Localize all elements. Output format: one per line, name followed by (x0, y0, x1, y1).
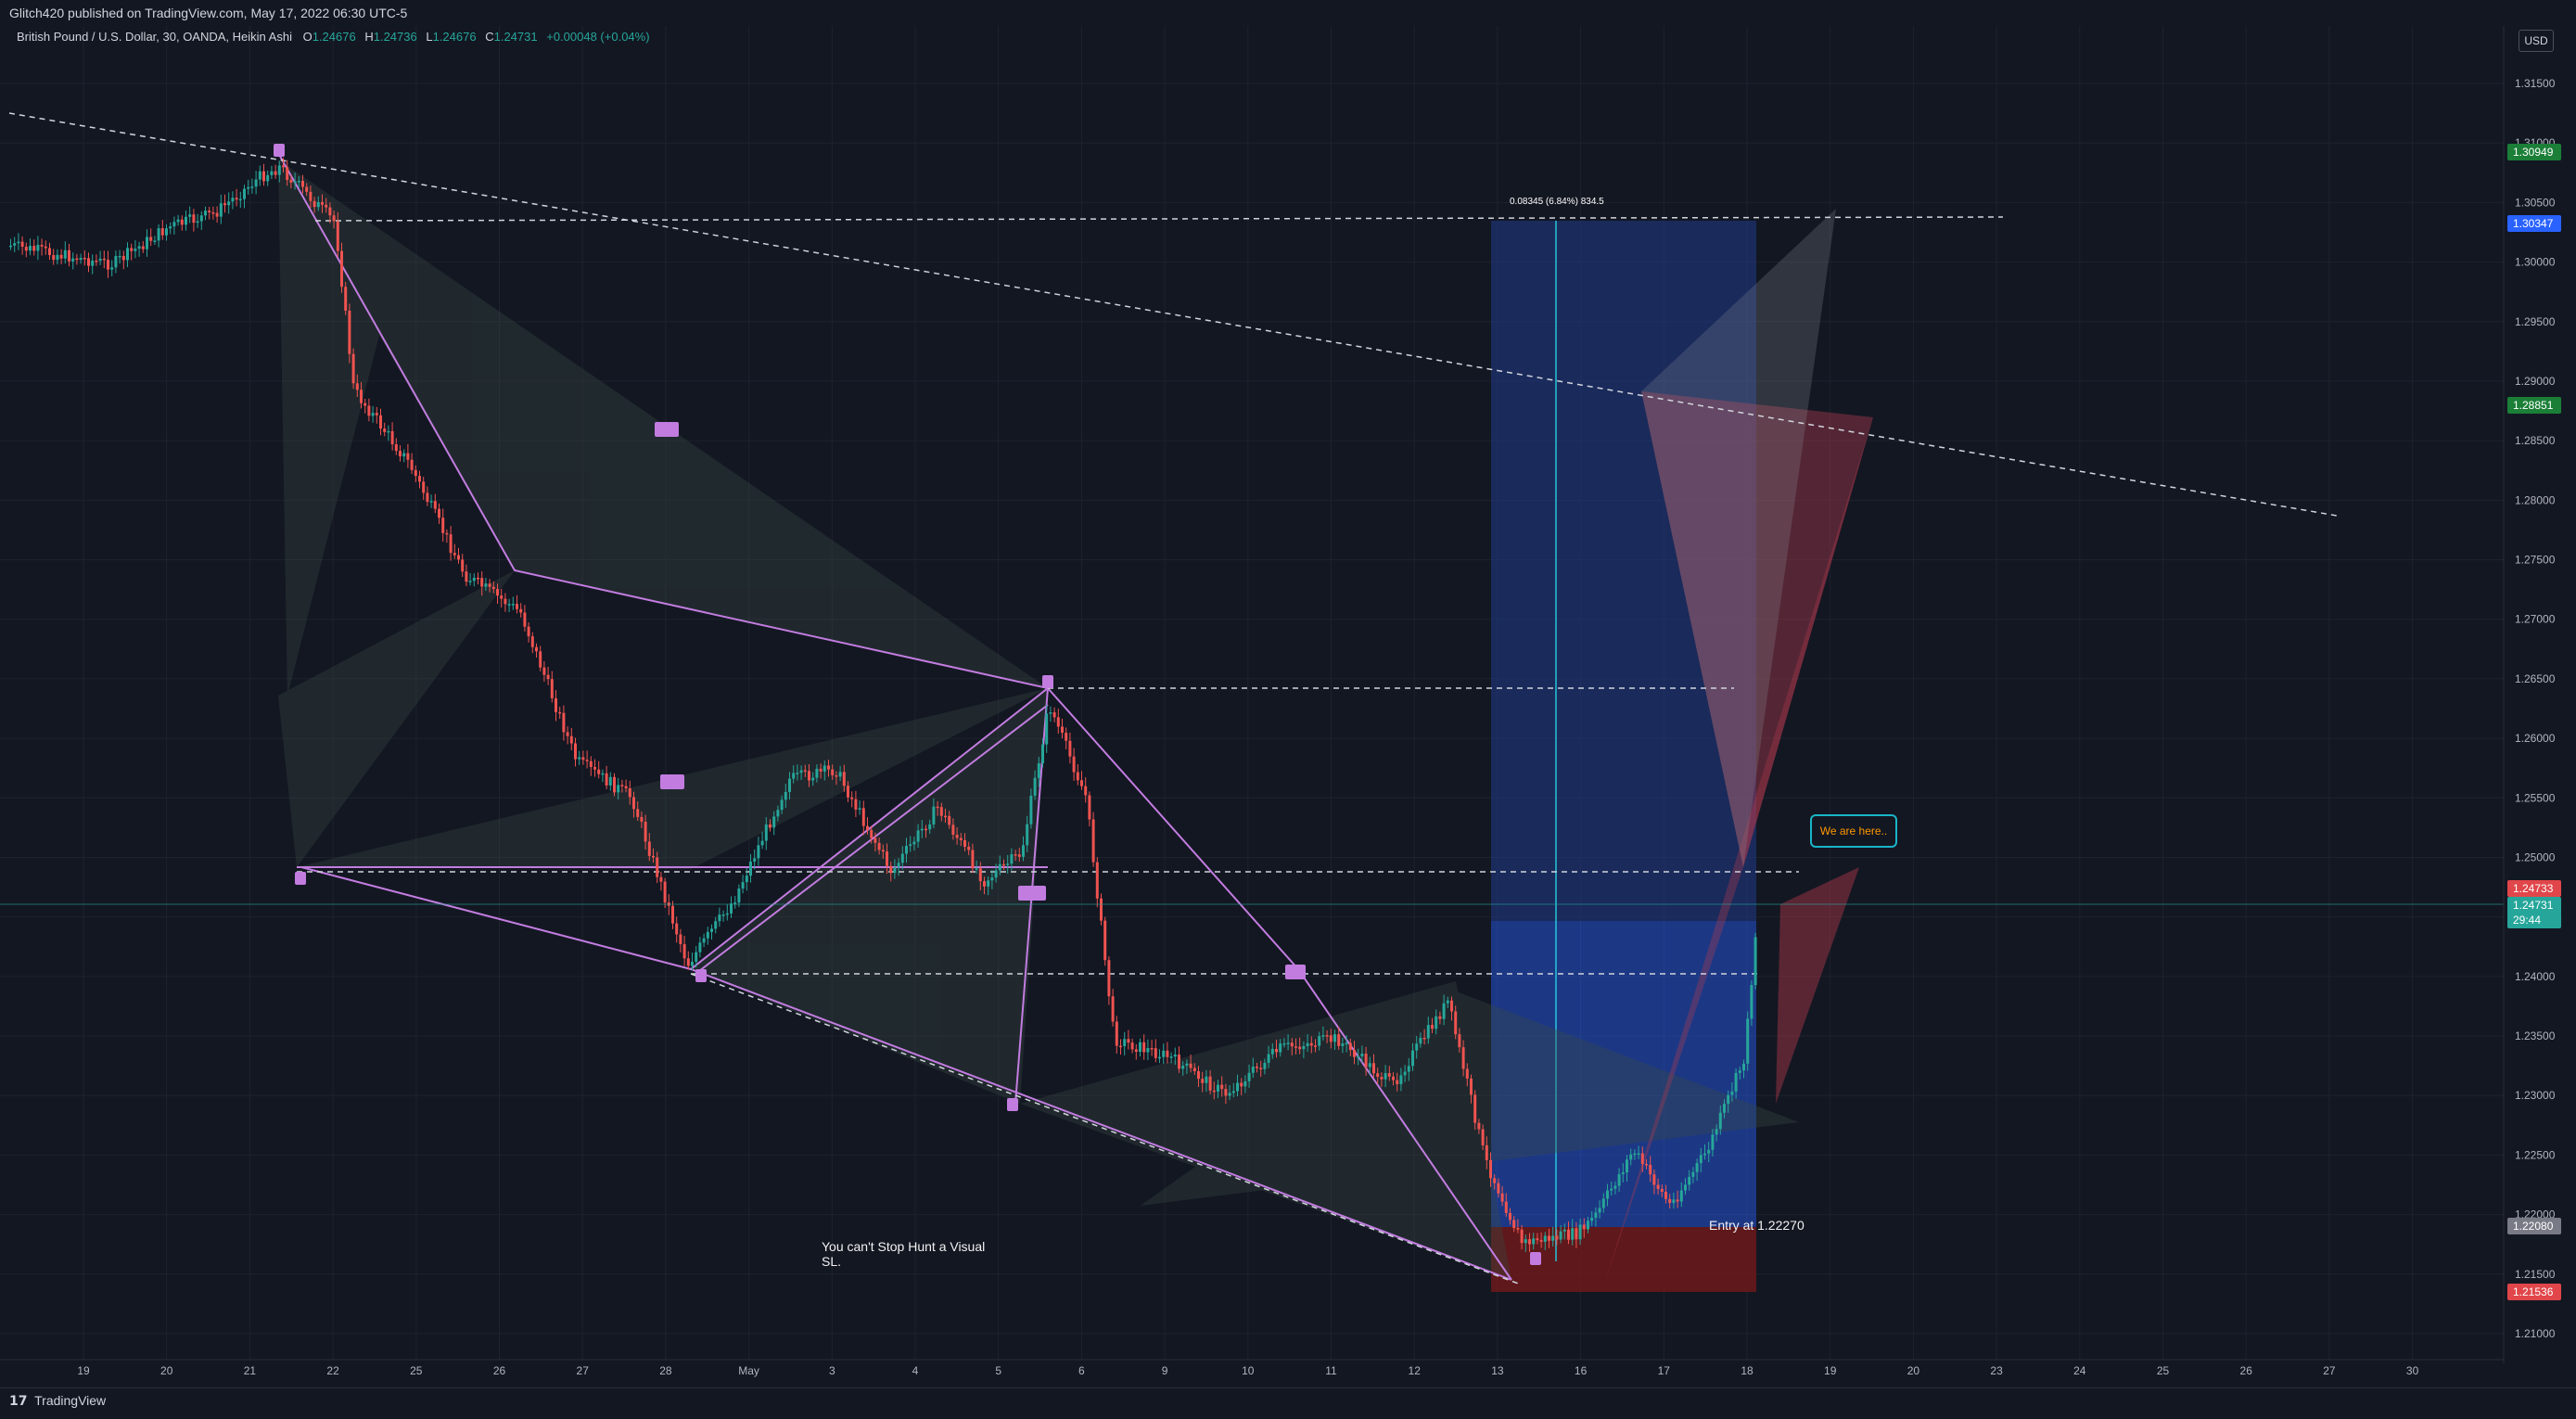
open-value: 1.24676 (312, 30, 356, 44)
price-tick-20: 1.21500 (2515, 1268, 2556, 1281)
time-label-23: 23 (1990, 1364, 2003, 1377)
svg-text:1.30949: 1.30949 (2513, 146, 2554, 159)
price-tick-13: 1.25000 (2515, 850, 2556, 863)
price-tick-11: 1.26000 (2515, 732, 2556, 745)
price-tick-17: 1.23000 (2515, 1089, 2556, 1102)
time-label-24: 24 (2073, 1364, 2086, 1377)
close-label: C (485, 30, 494, 44)
price-badge-5: 29:44 (2507, 912, 2561, 928)
time-label-20: 18 (1741, 1364, 1753, 1377)
symbol-legend[interactable]: British Pound / U.S. Dollar, 30, OANDA, … (17, 30, 650, 44)
entry-note: Entry at 1.22270 (1709, 1218, 1804, 1233)
price-tick-8: 1.27500 (2515, 554, 2556, 567)
symbol-title: British Pound / U.S. Dollar, 30, OANDA, … (17, 30, 292, 44)
price-badge-0: 1.30949 (2507, 144, 2561, 160)
open-label: O (302, 30, 312, 44)
svg-text:1.24731: 1.24731 (2513, 899, 2554, 912)
time-label-19: 17 (1658, 1364, 1671, 1377)
high-value: 1.24736 (373, 30, 417, 44)
price-tick-2: 1.30500 (2515, 196, 2556, 209)
time-label-8: May (738, 1364, 759, 1377)
time-label-5: 26 (493, 1364, 506, 1377)
price-badge-6: 1.22080 (2507, 1218, 2561, 1234)
time-label-9: 3 (829, 1364, 835, 1377)
tradingview-logo[interactable]: 17 TradingView (9, 1393, 106, 1409)
low-value: 1.24676 (432, 30, 477, 44)
time-label-18: 16 (1575, 1364, 1588, 1377)
low-label: L (426, 30, 433, 44)
high-label: H (364, 30, 374, 44)
time-label-17: 13 (1491, 1364, 1504, 1377)
price-badge-4: 1.24731 (2507, 897, 2561, 914)
svg-text:1.30347: 1.30347 (2513, 217, 2554, 230)
svg-text:1.28851: 1.28851 (2513, 399, 2554, 412)
price-badge-2: 1.28851 (2507, 397, 2561, 414)
time-label-21: 19 (1824, 1364, 1837, 1377)
price-tick-10: 1.26500 (2515, 672, 2556, 685)
time-label-26: 26 (2240, 1364, 2253, 1377)
publish-info: Glitch420 published on TradingView.com, … (9, 6, 408, 20)
time-label-25: 25 (2157, 1364, 2170, 1377)
time-label-2: 21 (244, 1364, 257, 1377)
visual-sl-note-line2: SL. (822, 1254, 842, 1269)
time-label-6: 27 (577, 1364, 590, 1377)
price-tick-12: 1.25500 (2515, 791, 2556, 804)
time-label-10: 4 (912, 1364, 919, 1377)
price-tick-0: 1.31500 (2515, 77, 2556, 90)
tradingview-logo-icon: 17 (9, 1394, 28, 1409)
time-label-7: 28 (659, 1364, 672, 1377)
price-tick-16: 1.23500 (2515, 1029, 2556, 1042)
price-tick-6: 1.28500 (2515, 434, 2556, 447)
svg-text:1.22080: 1.22080 (2513, 1220, 2554, 1233)
price-badge-1: 1.30347 (2507, 215, 2561, 232)
time-label-12: 6 (1078, 1364, 1085, 1377)
time-label-13: 9 (1162, 1364, 1168, 1377)
time-label-22: 20 (1907, 1364, 1920, 1377)
time-label-28: 30 (2406, 1364, 2419, 1377)
time-axis[interactable]: 19 20 21 22 25 26 27 28 May 3 4 5 6 9 10 11 12 13 16 17 18 19… (77, 1364, 2418, 1377)
price-chart[interactable]: 1.315001.310001.305001.300001.295001.290… (0, 0, 2576, 1418)
visual-sl-note-line1: You can't Stop Hunt a Visual (822, 1239, 986, 1254)
time-label-3: 22 (326, 1364, 339, 1377)
footer-bar (0, 1387, 2576, 1419)
time-label-4: 25 (410, 1364, 423, 1377)
tradingview-logo-text: TradingView (34, 1393, 107, 1408)
price-tick-18: 1.22500 (2515, 1148, 2556, 1161)
time-label-0: 19 (77, 1364, 90, 1377)
price-tick-7: 1.28000 (2515, 493, 2556, 506)
time-label-27: 27 (2323, 1364, 2336, 1377)
svg-text:29:44: 29:44 (2513, 914, 2541, 927)
time-label-1: 20 (160, 1364, 173, 1377)
we-are-here-callout[interactable]: We are here.. (1810, 814, 1897, 848)
close-value: 1.24731 (493, 30, 538, 44)
change-value: +0.00048 (+0.04%) (546, 30, 650, 44)
time-label-11: 5 (995, 1364, 1001, 1377)
price-tick-21: 1.21000 (2515, 1327, 2556, 1340)
price-tick-5: 1.29000 (2515, 375, 2556, 388)
price-badge-3: 1.24733 (2507, 880, 2561, 897)
time-label-16: 12 (1409, 1364, 1422, 1377)
publish-bar: Glitch420 published on TradingView.com, … (0, 0, 2576, 26)
currency-button[interactable]: USD (2519, 30, 2554, 52)
time-label-14: 10 (1242, 1364, 1255, 1377)
time-label-15: 11 (1325, 1364, 1337, 1377)
svg-text:1.24733: 1.24733 (2513, 882, 2554, 895)
price-tick-15: 1.24000 (2515, 970, 2556, 983)
price-tick-3: 1.30000 (2515, 256, 2556, 269)
price-badge-7: 1.21536 (2507, 1284, 2561, 1300)
measure-label: 0.08345 (6.84%) 834.5 (1510, 197, 1604, 207)
svg-text:1.21536: 1.21536 (2513, 1285, 2554, 1298)
price-tick-4: 1.29500 (2515, 315, 2556, 328)
price-tick-9: 1.27000 (2515, 613, 2556, 626)
